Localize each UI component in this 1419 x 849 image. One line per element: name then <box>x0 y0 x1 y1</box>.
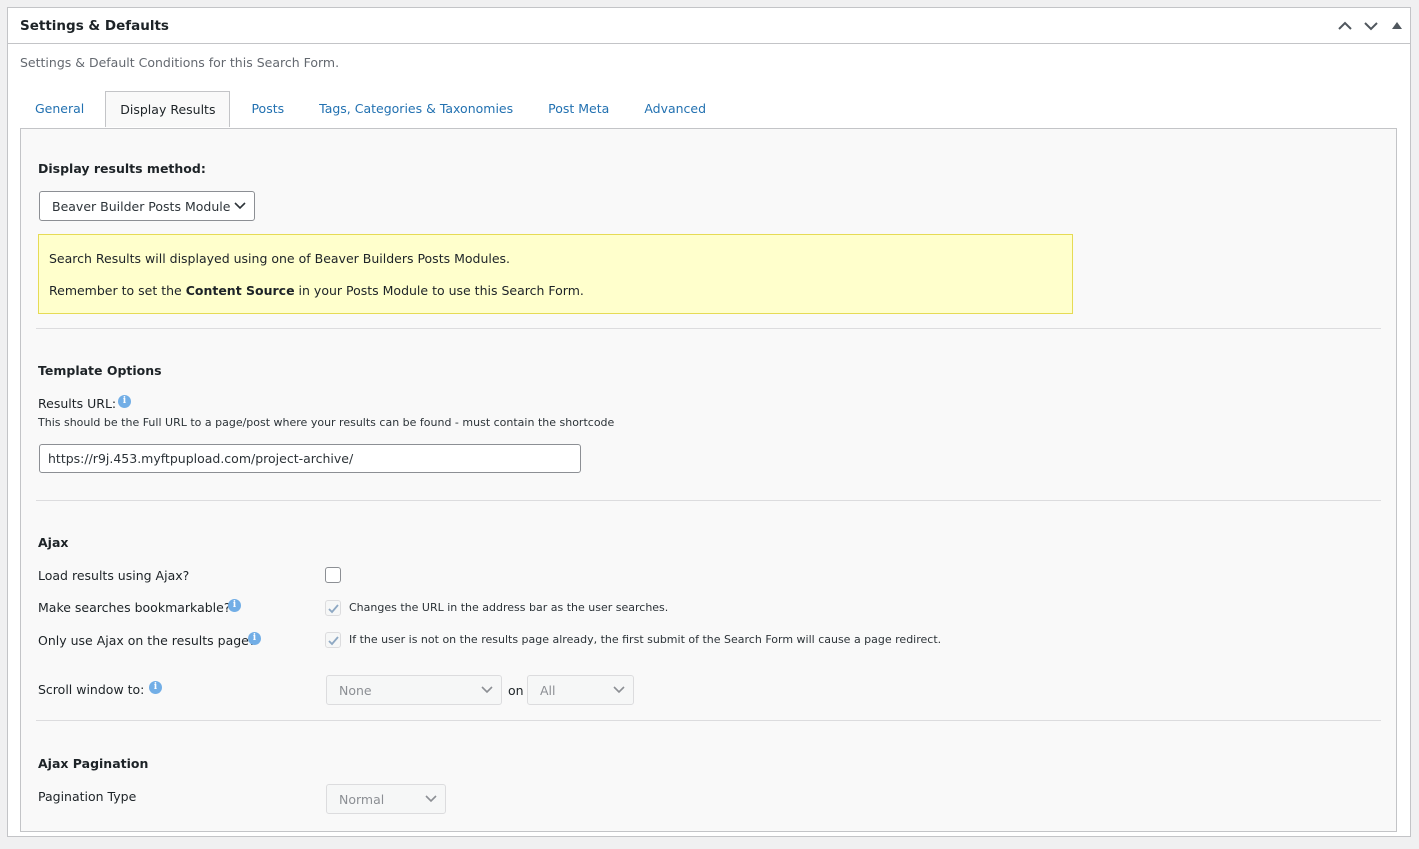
bookmarkable-desc: Changes the URL in the address bar as th… <box>349 601 669 614</box>
display-method-label: Display results method: <box>38 161 206 176</box>
ajax-pagination-heading: Ajax Pagination <box>38 756 149 771</box>
tab-taxonomies[interactable]: Tags, Categories & Taxonomies <box>305 92 527 126</box>
pagination-type-select[interactable]: Normal <box>326 784 446 814</box>
pagination-type-value: Normal <box>339 791 385 807</box>
panel-handle-actions <box>1332 8 1410 43</box>
panel-inside: Settings & Default Conditions for this S… <box>8 55 1410 127</box>
tab-bar: General Display Results Posts Tags, Cate… <box>20 86 1398 127</box>
checkmark-icon <box>328 636 339 646</box>
info-icon[interactable]: i <box>149 681 162 694</box>
chevron-down-icon <box>1364 21 1378 30</box>
display-method-value: Beaver Builder Posts Module <box>52 198 231 214</box>
ajax-heading: Ajax <box>38 535 69 550</box>
section-divider <box>36 720 1381 721</box>
template-options-heading: Template Options <box>38 363 162 378</box>
scroll-on-label: on <box>508 683 524 698</box>
panel-header: Settings & Defaults <box>8 8 1410 44</box>
panel-title: Settings & Defaults <box>20 17 169 34</box>
panel-description: Settings & Default Conditions for this S… <box>20 55 340 70</box>
chevron-down-icon <box>613 686 625 694</box>
checkmark-icon <box>328 604 339 614</box>
move-down-button[interactable] <box>1358 8 1384 44</box>
tab-post-meta[interactable]: Post Meta <box>534 92 623 126</box>
move-up-button[interactable] <box>1332 8 1358 44</box>
results-url-help: This should be the Full URL to a page/po… <box>38 416 615 429</box>
section-divider <box>36 328 1381 329</box>
chevron-down-icon <box>481 686 493 694</box>
only-results-checkbox[interactable] <box>325 632 341 648</box>
content-source-text: Content Source <box>185 283 295 298</box>
bookmarkable-label: Make searches bookmarkable? <box>38 600 231 615</box>
tab-posts[interactable]: Posts <box>237 92 298 126</box>
tab-advanced[interactable]: Advanced <box>630 92 720 126</box>
load-ajax-label: Load results using Ajax? <box>38 568 190 583</box>
chevron-down-icon <box>234 202 246 210</box>
tab-display-results[interactable]: Display Results <box>105 91 231 127</box>
results-url-label: Results URL: <box>38 396 117 411</box>
settings-defaults-panel: Settings & Defaults Settings & Default C… <box>7 7 1411 837</box>
info-notice: Search Results will displayed using one … <box>38 234 1073 314</box>
scroll-on-select[interactable]: All <box>527 675 634 705</box>
info-icon[interactable]: i <box>118 395 131 408</box>
tab-general[interactable]: General <box>21 92 98 126</box>
info-icon[interactable]: i <box>248 632 261 645</box>
only-results-label: Only use Ajax on the results page? <box>38 633 256 648</box>
bookmarkable-checkbox[interactable] <box>325 600 341 616</box>
chevron-down-icon <box>425 795 437 803</box>
only-results-desc: If the user is not on the results page a… <box>349 633 942 646</box>
pagination-type-label: Pagination Type <box>38 789 137 804</box>
scroll-window-select[interactable]: None <box>326 675 502 705</box>
load-ajax-checkbox[interactable] <box>325 567 341 583</box>
display-results-panel: Display results method: Beaver Builder P… <box>20 128 1397 832</box>
scroll-window-value: None <box>339 682 372 698</box>
triangle-up-icon <box>1392 22 1402 29</box>
display-method-select[interactable]: Beaver Builder Posts Module <box>39 191 255 221</box>
info-icon[interactable]: i <box>228 599 241 612</box>
chevron-up-icon <box>1338 21 1352 30</box>
scroll-window-label: Scroll window to: <box>38 682 145 697</box>
section-divider <box>36 500 1381 501</box>
scroll-on-value: All <box>540 682 556 698</box>
toggle-panel-button[interactable] <box>1384 8 1410 44</box>
notice-line-1: Search Results will displayed using one … <box>49 251 511 266</box>
results-url-input[interactable] <box>39 444 581 473</box>
notice-line-2: Remember to set the Content Source in yo… <box>49 283 584 298</box>
